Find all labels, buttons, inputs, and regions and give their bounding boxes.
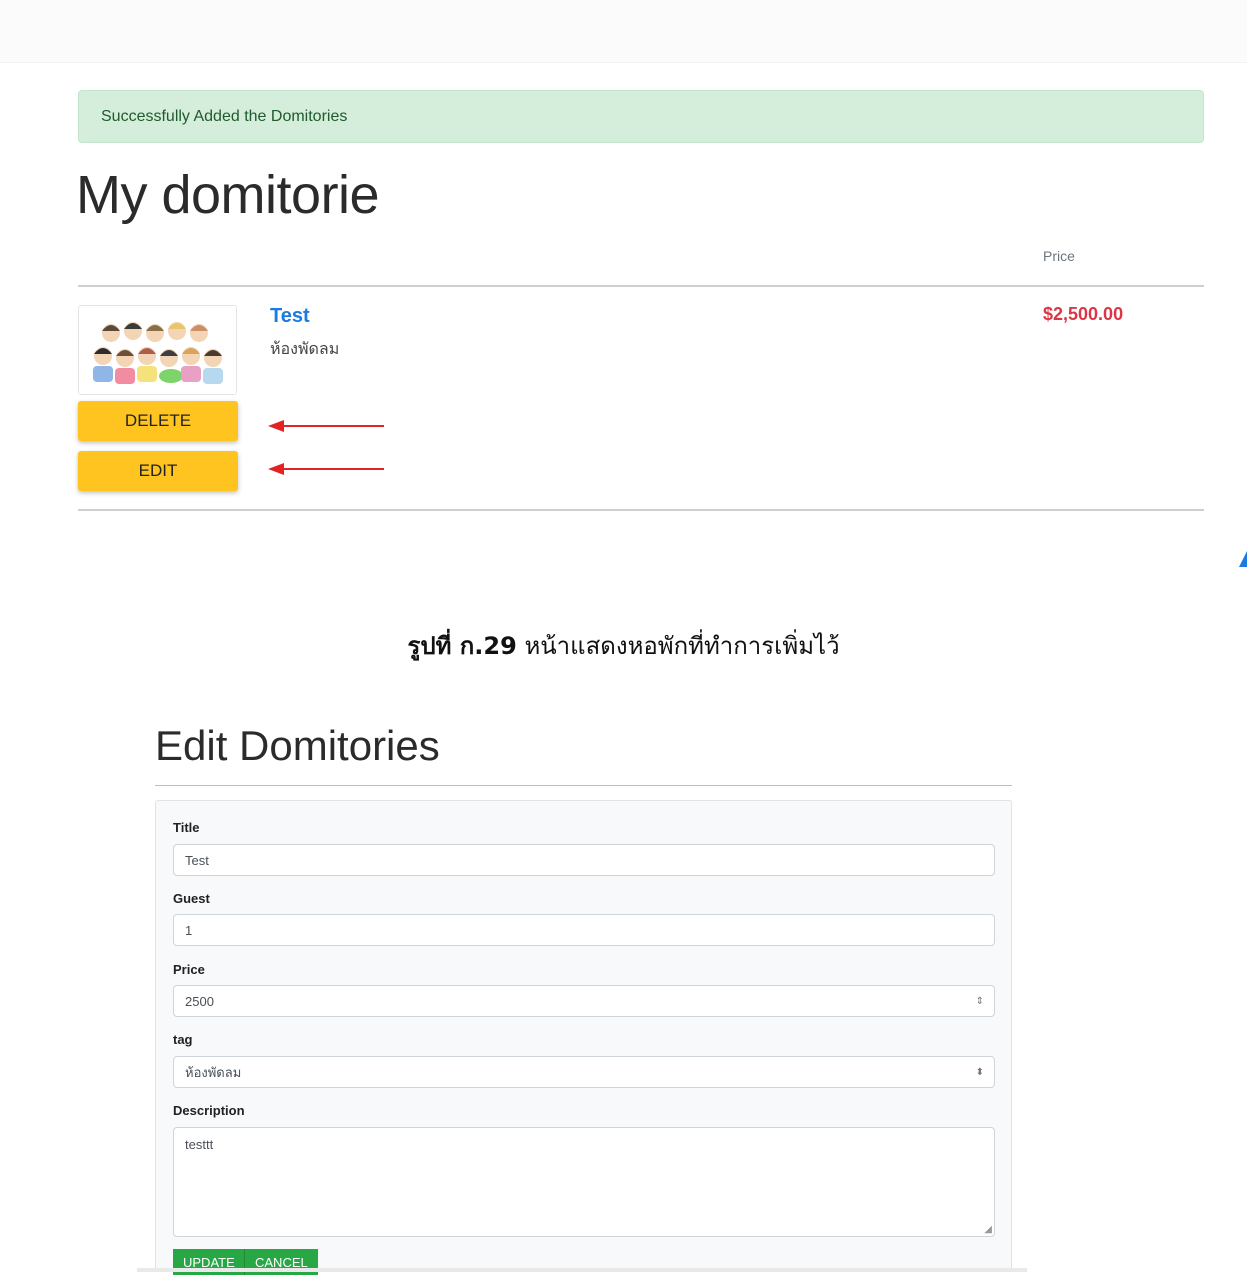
description-value: testtt: [185, 1137, 214, 1152]
price-input-value: 2500: [185, 993, 214, 1009]
dormitory-tag: ห้องพัดลม: [270, 341, 340, 358]
dormitory-thumbnail[interactable]: [78, 305, 237, 395]
figure-label: รูปที่ ก.29: [407, 632, 517, 660]
tag-label: tag: [173, 1032, 193, 1047]
dormitory-price: $2,500.00: [1043, 304, 1124, 324]
browser-top-band: [0, 0, 1247, 63]
guest-input[interactable]: 1: [173, 914, 995, 946]
figure-caption: รูปที่ ก.29 หน้าแสดงหอพักที่ทำการเพิ่มไว…: [0, 626, 1247, 665]
guest-label: Guest: [173, 891, 210, 906]
edit-heading-divider: [155, 785, 1012, 786]
price-input[interactable]: 2500 ⇕: [173, 985, 995, 1017]
table-header-divider: [78, 285, 1204, 287]
price-column-header: Price: [1043, 248, 1075, 264]
edit-heading: Edit Domitories: [155, 722, 440, 769]
delete-button[interactable]: DELETE: [78, 401, 238, 441]
guest-input-value: 1: [185, 922, 193, 938]
description-label: Description: [173, 1103, 245, 1118]
textarea-resize-icon[interactable]: ◢: [984, 1224, 992, 1235]
edit-button[interactable]: EDIT: [78, 451, 238, 491]
number-spinner-icon[interactable]: ⇕: [976, 996, 984, 1007]
price-label: Price: [173, 962, 205, 977]
annotation-arrow-icon: [268, 420, 384, 432]
select-caret-icon: ⬍: [975, 1066, 984, 1078]
edit-form-panel: Title Test Guest 1 Price 2500 ⇕ tag ห้อง…: [155, 800, 1012, 1275]
title-input[interactable]: Test: [173, 844, 995, 876]
thumbnail-illustration: [79, 306, 236, 394]
dormitory-title-link[interactable]: Test: [270, 305, 310, 328]
figure-text: หน้าแสดงหอพักที่ทำการเพิ่มไว้: [524, 632, 840, 660]
table-bottom-divider: [78, 509, 1204, 511]
page-title: My domitorie: [76, 165, 380, 225]
description-textarea[interactable]: testtt ◢: [173, 1127, 995, 1237]
panel-bottom-edge: [137, 1268, 1027, 1272]
tag-select[interactable]: ห้องพัดลม ⬍: [173, 1056, 995, 1088]
tag-select-value: ห้องพัดลม: [185, 1064, 242, 1080]
alert-text: Successfully Added the Domitories: [101, 107, 348, 125]
annotation-arrow-icon: [268, 463, 384, 475]
title-input-value: Test: [185, 852, 209, 868]
title-label: Title: [173, 820, 200, 835]
success-alert: Successfully Added the Domitories: [78, 90, 1204, 143]
cut-off-icon: [1239, 551, 1247, 567]
